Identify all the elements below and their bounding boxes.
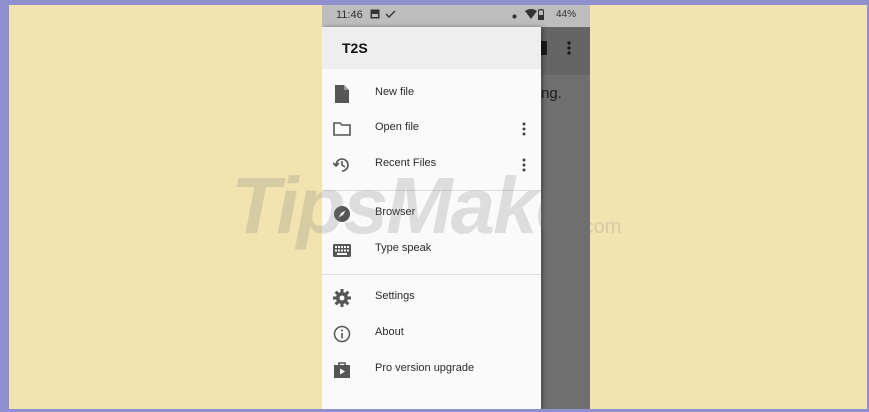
app-content-behind[interactable]: ng. — [541, 27, 590, 409]
file-icon — [332, 84, 352, 104]
more-vert-icon[interactable] — [519, 155, 529, 175]
menu-item-new-file[interactable]: New file — [322, 76, 541, 112]
menu-item-about[interactable]: About — [322, 316, 541, 352]
gear-icon — [332, 288, 352, 308]
menu-divider — [322, 190, 541, 191]
drawer-header: T2S — [322, 27, 541, 69]
more-vert-icon[interactable] — [519, 119, 529, 139]
drawer-title: T2S — [342, 40, 368, 56]
menu-item-label: New file — [375, 86, 415, 98]
folder-icon — [332, 119, 352, 139]
dot-icon — [512, 11, 517, 22]
navigation-drawer: T2S New file Open file Recent Files Brow… — [322, 27, 541, 409]
wifi-icon — [525, 9, 537, 22]
menu-item-open-file[interactable]: Open file — [322, 111, 541, 147]
battery-percent: 44% — [555, 9, 576, 20]
compass-icon — [332, 204, 352, 224]
history-icon — [332, 155, 352, 175]
image-icon — [370, 9, 380, 22]
peek-text: ng. — [541, 85, 562, 102]
menu-item-label: Recent Files — [375, 157, 437, 169]
status-time: 11:46 — [336, 9, 363, 21]
trash-icon[interactable] — [541, 41, 547, 60]
menu-item-label: Type speak — [375, 242, 432, 254]
status-bar: 11:46 44% — [322, 5, 590, 27]
check-icon — [385, 9, 396, 22]
menu-item-browser[interactable]: Browser — [322, 196, 541, 232]
menu-divider — [322, 274, 541, 275]
menu-item-label: Browser — [375, 206, 416, 218]
menu-item-pro-upgrade[interactable]: Pro version upgrade — [322, 352, 541, 388]
more-vert-icon[interactable] — [567, 41, 571, 60]
menu-item-label: Open file — [375, 121, 420, 133]
menu-item-recent-files[interactable]: Recent Files — [322, 147, 541, 183]
menu-item-settings[interactable]: Settings — [322, 280, 541, 316]
info-icon — [332, 324, 352, 344]
menu-item-type-speak[interactable]: Type speak — [322, 232, 541, 268]
phone-screen: 11:46 44% ng. T2S New file Open file Rec… — [322, 5, 590, 409]
app-toolbar — [541, 27, 590, 75]
menu-item-label: Pro version upgrade — [375, 362, 475, 374]
menu-item-label: About — [375, 326, 404, 338]
shop-icon — [332, 360, 352, 380]
battery-icon — [538, 9, 544, 23]
keyboard-icon — [332, 240, 352, 260]
screenshot-frame: 11:46 44% ng. T2S New file Open file Rec… — [9, 5, 867, 409]
menu-item-label: Settings — [375, 290, 415, 302]
